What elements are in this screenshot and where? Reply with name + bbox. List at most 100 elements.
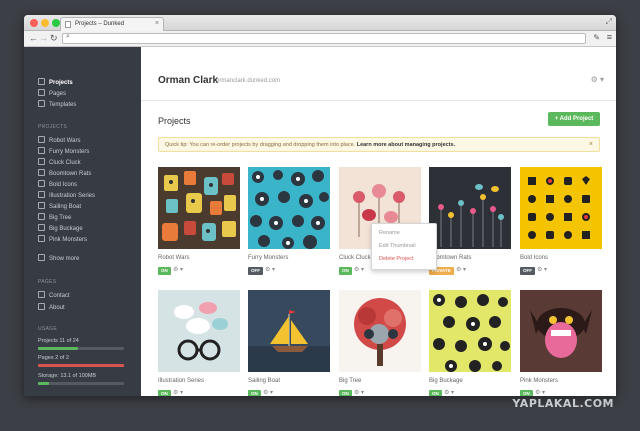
sidebar-project-item[interactable]: Boomtown Rats xyxy=(38,169,91,179)
status-badge[interactable]: OFF xyxy=(248,267,263,275)
project-card[interactable]: Pink Monsters ON ⚙ ▾ xyxy=(520,290,602,396)
status-badge[interactable]: ON xyxy=(429,390,442,396)
project-name[interactable]: Sailing Boat xyxy=(248,378,330,386)
sidebar-project-item[interactable]: Big Buckage xyxy=(38,224,83,234)
add-project-button[interactable]: + Add Project xyxy=(548,112,600,126)
gear-icon[interactable]: ⚙ ▾ xyxy=(537,266,547,273)
project-name[interactable]: Bold Icons xyxy=(520,255,602,263)
status-badge[interactable]: ON xyxy=(248,390,261,396)
sidebar-project-item[interactable]: Furry Monsters xyxy=(38,147,89,157)
sidebar-project-item[interactable]: Big Tree xyxy=(38,213,71,223)
project-card[interactable]: Big Tree ON ⚙ ▾ xyxy=(339,290,421,396)
sidebar-project-item[interactable]: Illustration Series xyxy=(38,191,95,201)
plus-icon xyxy=(38,254,45,261)
address-bar[interactable]: ⌕ xyxy=(62,33,586,44)
folder-icon xyxy=(38,202,45,209)
sidebar-item-label: About xyxy=(49,305,65,311)
fullscreen-icon[interactable]: ⤢ xyxy=(606,17,612,27)
sidebar-item-label: Projects xyxy=(49,80,73,86)
back-icon[interactable]: ← xyxy=(29,33,38,43)
gear-icon[interactable]: ⚙ ▾ xyxy=(354,389,364,396)
sidebar-project-item[interactable]: Cluck Cluck xyxy=(38,158,81,168)
project-name[interactable]: Robot Wars xyxy=(158,255,240,263)
project-name[interactable]: Big Buckage xyxy=(429,378,511,386)
sidebar-item-label: Sailing Boat xyxy=(49,204,82,210)
project-card[interactable]: Illustration Series ON ⚙ ▾ xyxy=(158,290,240,396)
tab-close-icon[interactable]: × xyxy=(155,20,159,27)
illustration-series-thumbnail[interactable] xyxy=(158,290,240,372)
sidebar-item-label: Big Tree xyxy=(49,215,72,221)
sidebar-item-label: Bold Icons xyxy=(49,182,78,188)
sidebar-project-item[interactable]: Robot Wars xyxy=(38,136,80,146)
status-badge[interactable]: ON xyxy=(520,390,533,396)
sidebar-item-label: Illustration Series xyxy=(49,193,96,199)
user-site-url[interactable]: ormanclark.dunked.com xyxy=(216,78,280,84)
tip-close-icon[interactable]: × xyxy=(589,141,593,148)
page-title: Projects xyxy=(158,116,191,126)
project-card[interactable]: Sailing Boat ON ⚙ ▾ xyxy=(248,290,330,396)
project-card[interactable]: Big Buckage ON ⚙ ▾ xyxy=(429,290,511,396)
status-badge[interactable]: ON xyxy=(339,390,352,396)
project-name[interactable]: Furry Monsters xyxy=(248,255,330,263)
gear-icon[interactable]: ⚙ ▾ xyxy=(456,266,466,273)
project-name[interactable]: Big Tree xyxy=(339,378,421,386)
delete-project-menu-item[interactable]: Delete Project xyxy=(372,253,436,266)
show-more-link[interactable]: Show more xyxy=(38,254,79,264)
boomtown-rats-thumbnail[interactable] xyxy=(429,167,511,249)
zoom-window-icon[interactable] xyxy=(52,19,60,27)
project-name[interactable]: Boomtown Rats xyxy=(429,255,511,263)
reload-icon[interactable]: ↻ xyxy=(50,33,58,44)
sidebar-item-label: Show more xyxy=(49,256,80,262)
project-name[interactable]: Illustration Series xyxy=(158,378,240,386)
close-window-icon[interactable] xyxy=(30,19,38,27)
gear-icon[interactable]: ⚙ ▾ xyxy=(354,266,364,273)
gear-icon[interactable]: ⚙ ▾ xyxy=(263,389,273,396)
browser-tab[interactable]: Projects – Dunked × xyxy=(60,17,164,31)
sidebar-page-contact[interactable]: Contact xyxy=(38,291,70,301)
gear-icon[interactable]: ⚙ ▾ xyxy=(535,389,545,396)
sidebar-item-pages[interactable]: Pages xyxy=(38,89,66,99)
project-card[interactable]: Bold Icons OFF ⚙ ▾ xyxy=(520,167,602,275)
sidebar-item-templates[interactable]: Templates xyxy=(38,100,76,110)
big-tree-thumbnail[interactable] xyxy=(339,290,421,372)
project-card[interactable]: Furry Monsters OFF ⚙ ▾ xyxy=(248,167,330,275)
status-badge[interactable]: ON xyxy=(339,267,352,275)
sidebar-project-item[interactable]: Bold Icons xyxy=(38,180,77,190)
sidebar-item-projects[interactable]: Projects xyxy=(38,78,73,88)
status-badge[interactable]: ON xyxy=(158,390,171,396)
pink-monsters-thumbnail[interactable] xyxy=(520,290,602,372)
sidebar-project-item[interactable]: Pink Monsters xyxy=(38,235,87,245)
sailing-boat-thumbnail[interactable] xyxy=(248,290,330,372)
speech-bubbles-glasses-image xyxy=(174,302,228,361)
gear-icon[interactable]: ⚙ ▾ xyxy=(173,389,183,396)
project-card[interactable]: Robot Wars ON ⚙ ▾ xyxy=(158,167,240,275)
big-buckage-thumbnail[interactable] xyxy=(429,290,511,372)
status-badge[interactable]: ON xyxy=(158,267,171,275)
edit-thumbnail-menu-item[interactable]: Edit Thumbnail xyxy=(372,240,436,253)
sidebar-page-about[interactable]: About xyxy=(38,303,65,313)
account-settings-gear-icon[interactable]: ⚙ ▾ xyxy=(591,75,604,84)
bold-icons-thumbnail[interactable] xyxy=(520,167,602,249)
projects-section-header: PROJECTS xyxy=(38,124,68,130)
status-badge[interactable]: OFF xyxy=(520,267,535,275)
sidebar-item-label: Pages xyxy=(49,91,67,97)
icons-pattern-image xyxy=(528,176,590,239)
usage-projects-fill xyxy=(38,347,78,350)
menu-icon[interactable]: ≡ xyxy=(607,32,612,42)
project-name[interactable]: Pink Monsters xyxy=(520,378,602,386)
gear-icon[interactable]: ⚙ ▾ xyxy=(265,266,275,273)
robot-wars-thumbnail[interactable] xyxy=(158,167,240,249)
page-icon xyxy=(38,89,45,96)
sidebar-item-label: Templates xyxy=(49,102,77,108)
rename-menu-item[interactable]: Rename xyxy=(372,227,436,240)
forward-icon[interactable]: → xyxy=(39,33,48,43)
project-card[interactable]: Boomtown Rats PRIVATE ⚙ ▾ xyxy=(429,167,511,275)
sidebar-project-item[interactable]: Sailing Boat xyxy=(38,202,81,212)
minimize-window-icon[interactable] xyxy=(41,19,49,27)
furry-monsters-thumbnail[interactable] xyxy=(248,167,330,249)
wrench-icon[interactable]: ✎ xyxy=(593,33,600,42)
tip-learn-more-link[interactable]: Learn more about managing projects. xyxy=(357,142,455,148)
gear-icon[interactable]: ⚙ ▾ xyxy=(173,266,183,273)
sidebar-item-label: Furry Monsters xyxy=(49,149,90,155)
gear-icon[interactable]: ⚙ ▾ xyxy=(444,389,454,396)
